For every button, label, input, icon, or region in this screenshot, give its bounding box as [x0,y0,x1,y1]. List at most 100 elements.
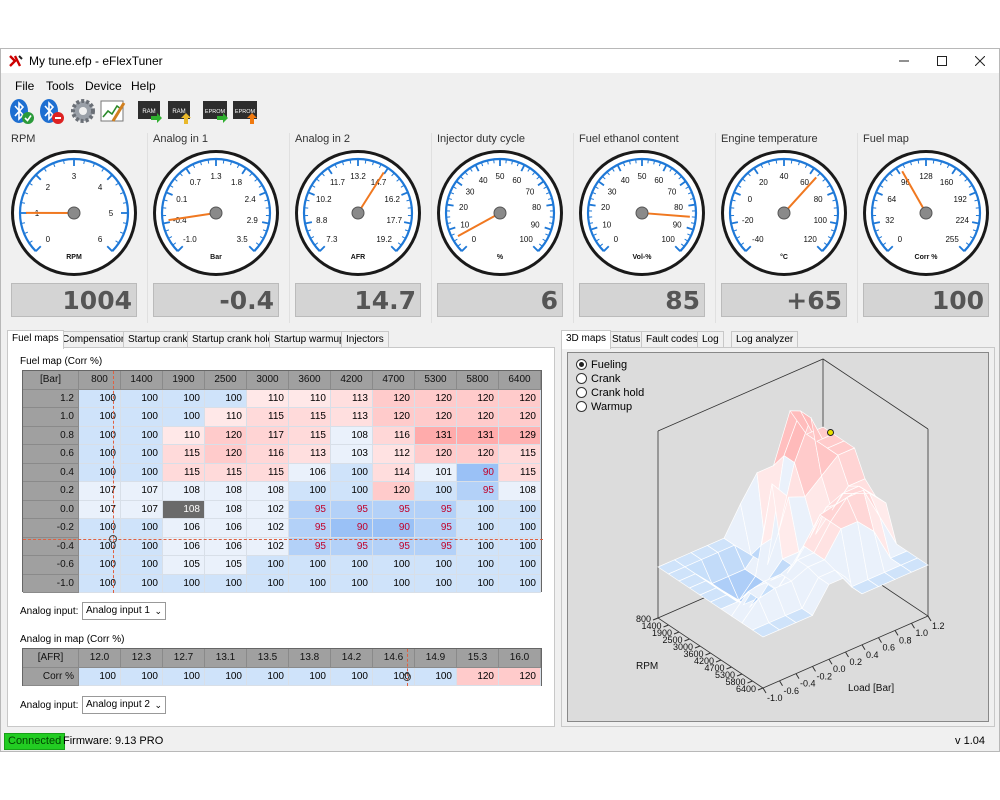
fuel-map-cell[interactable]: 100 [121,389,163,408]
fuel-map-cell[interactable]: 107 [121,482,163,501]
fuel-map-cell[interactable]: 120 [457,445,499,464]
tab-log-analyzer[interactable]: Log analyzer [731,331,799,348]
fuel-map-cell[interactable]: 120 [457,389,499,408]
fuel-map-cell[interactable]: 90 [457,463,499,482]
fuel-map-cell[interactable]: 113 [331,408,373,427]
fuel-map-cell[interactable]: 107 [79,482,121,501]
analog-map-cell[interactable]: 100 [79,667,121,686]
tab-fuel-maps[interactable]: Fuel maps [7,330,64,349]
fuel-map-cell[interactable]: 100 [79,574,121,593]
fuel-map-cell[interactable]: 100 [121,519,163,538]
3d-plot-area[interactable]: Fueling Crank Crank hold Warmup 6400 5800… [567,352,989,722]
fuel-map-cell[interactable]: 95 [457,482,499,501]
fuel-map-cell[interactable]: 100 [415,482,457,501]
fuel-map-cell[interactable]: 120 [373,482,415,501]
fuel-map-cell[interactable]: 95 [289,519,331,538]
fuel-map-cell[interactable]: 115 [247,463,289,482]
fuel-map-cell[interactable]: 114 [373,463,415,482]
fuel-map-cell[interactable]: 108 [163,482,205,501]
fuel-map-cell[interactable]: 100 [121,574,163,593]
fuel-map-cell[interactable]: 108 [247,482,289,501]
analog-map-cell[interactable]: 100 [121,667,163,686]
fuel-map-cell[interactable]: 100 [331,574,373,593]
fuel-map-cell[interactable]: 100 [289,574,331,593]
fuel-map-cell[interactable]: 105 [163,556,205,575]
write-eprom-button[interactable]: EPROM [231,97,259,125]
fuel-map-cell[interactable]: 100 [331,463,373,482]
fuel-map-cell[interactable]: 100 [331,556,373,575]
fuel-map-cell[interactable]: 100 [205,574,247,593]
close-button[interactable] [961,49,999,73]
fuel-map-cell[interactable]: 100 [121,445,163,464]
fuel-map-cell[interactable]: 107 [79,500,121,519]
fuel-map-cell[interactable]: 108 [499,482,541,501]
fuel-map-cell[interactable]: 90 [373,519,415,538]
tab-3d-maps[interactable]: 3D maps [561,330,612,349]
analog-input-1-select[interactable]: Analog input 1 ⌄ [82,602,166,620]
fuel-map-cell[interactable]: 106 [205,519,247,538]
fuel-map-cell[interactable]: 100 [457,556,499,575]
fuel-map-cell[interactable]: 100 [121,463,163,482]
menu-device[interactable]: Device [85,79,122,93]
fuel-map-3d-plot[interactable]: 6400580053004700420036003000250019001400… [568,353,988,721]
menu-tools[interactable]: Tools [46,79,74,93]
fuel-map-cell[interactable]: 120 [415,445,457,464]
analog-input-2-select[interactable]: Analog input 2 ⌄ [82,696,166,714]
fuel-map-cell[interactable]: 100 [457,574,499,593]
fuel-map-cell[interactable]: 107 [121,500,163,519]
fuel-map-cell[interactable]: 101 [415,463,457,482]
analog-map-cell[interactable]: 100 [247,667,289,686]
fuel-map-cell[interactable]: 120 [499,389,541,408]
bluetooth-connect-button[interactable] [7,97,35,125]
fuel-map-cell[interactable]: 106 [289,463,331,482]
fuel-map-cell[interactable]: 110 [289,389,331,408]
fuel-map-cell[interactable]: 100 [163,574,205,593]
fuel-map-cell[interactable]: 100 [163,408,205,427]
tab-compensation[interactable]: Compensation [57,331,132,348]
analog-map-cell[interactable]: 100 [163,667,205,686]
fuel-map-cell[interactable]: 115 [205,463,247,482]
fuel-map-cell[interactable]: 102 [247,500,289,519]
fuel-map-cell[interactable]: 105 [205,556,247,575]
read-ram-button[interactable]: RAM [135,97,163,125]
tab-startup-crank[interactable]: Startup crank [123,331,193,348]
fuel-map-cell[interactable]: 120 [457,408,499,427]
menu-file[interactable]: File [15,79,34,93]
fuel-map-cell[interactable]: 115 [499,445,541,464]
tab-log[interactable]: Log [697,331,724,348]
fuel-map-cell[interactable]: 115 [163,463,205,482]
fuel-map-cell[interactable]: 108 [205,482,247,501]
fuel-map-cell[interactable]: 100 [373,556,415,575]
fuel-map-cell[interactable]: 100 [415,574,457,593]
fuel-map-cell[interactable]: 115 [289,408,331,427]
fuel-map-cell[interactable]: 110 [247,389,289,408]
fuel-map-cell[interactable]: 100 [79,426,121,445]
fuel-map-cell[interactable]: 108 [331,426,373,445]
fuel-map-cell[interactable]: 100 [457,500,499,519]
fuel-map-cell[interactable]: 100 [289,482,331,501]
fuel-map-cell[interactable]: 90 [331,519,373,538]
fuel-map-cell[interactable]: 113 [331,389,373,408]
fuel-map-cell[interactable]: 100 [121,556,163,575]
fuel-map-cell[interactable]: 106 [163,519,205,538]
fuel-map-cell[interactable]: 115 [499,463,541,482]
maximize-button[interactable] [923,49,961,73]
fuel-map-cell[interactable]: 100 [499,574,541,593]
fuel-map-cell[interactable]: 100 [79,463,121,482]
fuel-map-cell[interactable]: 100 [79,389,121,408]
fuel-map-cell[interactable]: 110 [205,408,247,427]
fuel-map-cell[interactable]: 100 [499,519,541,538]
fuel-map-cell[interactable]: 100 [331,482,373,501]
fuel-map-cell[interactable]: 120 [499,408,541,427]
fuel-map-cell[interactable]: 95 [373,500,415,519]
fuel-map-cell[interactable]: 113 [289,445,331,464]
fuel-map-cell[interactable]: 120 [373,408,415,427]
bluetooth-disconnect-button[interactable] [37,97,65,125]
tab-startup-crank-hold[interactable]: Startup crank hold [187,331,279,348]
fuel-map-cell[interactable]: 100 [79,445,121,464]
fuel-map-cell[interactable]: 129 [499,426,541,445]
fuel-map-cell[interactable]: 120 [415,389,457,408]
fuel-map-cell[interactable]: 100 [121,408,163,427]
fuel-map-cell[interactable]: 95 [415,500,457,519]
fuel-map-cell[interactable]: 116 [373,426,415,445]
